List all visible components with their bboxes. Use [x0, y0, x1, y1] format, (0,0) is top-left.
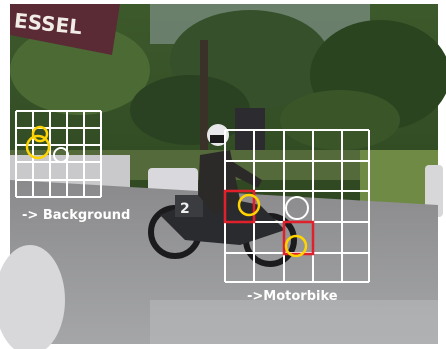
annotated-photo: ESSEL 2 -> Background ->Motorbike — [0, 0, 446, 349]
race-number: 2 — [180, 201, 190, 217]
background-label: -> Background — [22, 208, 131, 223]
scene-photo: ESSEL 2 — [0, 0, 446, 349]
motorbike-label: ->Motorbike — [247, 289, 338, 304]
